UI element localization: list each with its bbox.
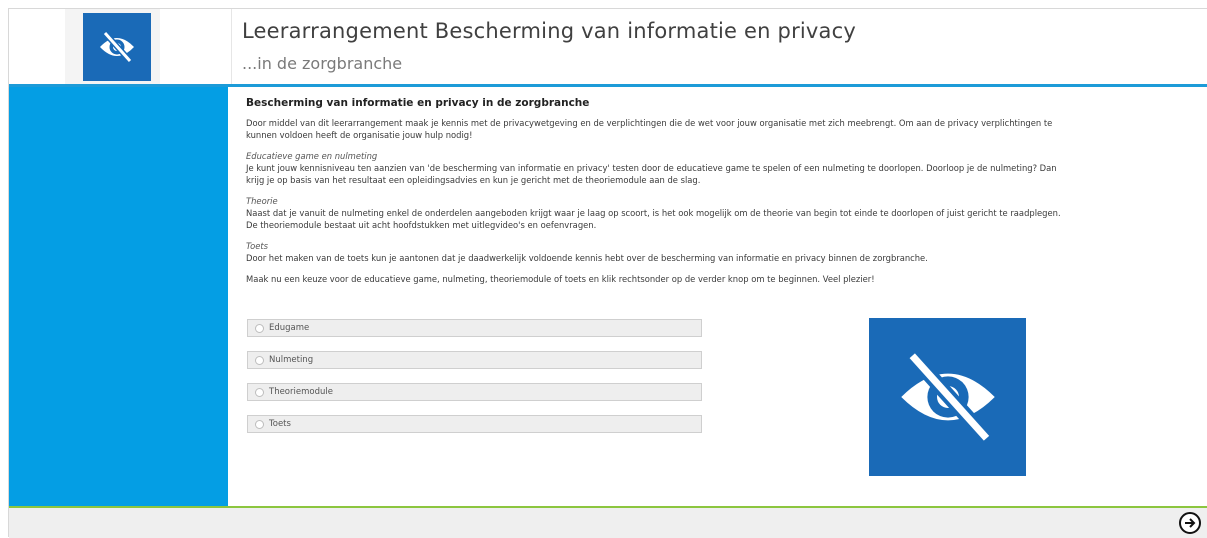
header: Leerarrangement Bescherming van informat… xyxy=(9,9,1207,87)
section-theory: Theorie Naast dat je vanuit de nulmeting… xyxy=(246,195,1066,231)
next-button[interactable] xyxy=(1179,512,1201,534)
radio-button[interactable] xyxy=(255,323,264,333)
option-label: Edugame xyxy=(269,323,310,333)
section-game: Educatieve game en nulmeting Je kunt jou… xyxy=(246,150,1066,186)
section-text: Naast dat je vanuit de nulmeting enkel d… xyxy=(246,208,1061,230)
radio-button[interactable] xyxy=(255,387,264,397)
option-label: Toets xyxy=(269,419,291,429)
arrow-right-icon xyxy=(1185,518,1196,528)
page-title: Leerarrangement Bescherming van informat… xyxy=(242,19,857,43)
section-title: Toets xyxy=(246,241,269,251)
section-title: Educatieve game en nulmeting xyxy=(246,151,378,161)
content-text: Bescherming van informatie en privacy in… xyxy=(246,97,1066,294)
radio-button[interactable] xyxy=(255,355,264,365)
closing-text: Maak nu een keuze voor de educatieve gam… xyxy=(246,274,875,284)
radio-button[interactable] xyxy=(255,419,264,429)
option-list: Edugame Nulmeting Theoriemodule Toets xyxy=(247,319,702,447)
title-area: Leerarrangement Bescherming van informat… xyxy=(231,9,1202,85)
page-subtitle: ...in de zorgbranche xyxy=(242,54,403,73)
option-toets[interactable]: Toets xyxy=(247,415,702,433)
section-text: Door het maken van de toets kun je aanto… xyxy=(246,253,928,263)
option-label: Nulmeting xyxy=(269,355,314,365)
sidebar xyxy=(9,87,228,506)
option-nulmeting[interactable]: Nulmeting xyxy=(247,351,702,369)
main-content: Bescherming van informatie en privacy in… xyxy=(228,87,1207,506)
section-text: Je kunt jouw kennisniveau ten aanzien va… xyxy=(246,163,1057,185)
option-theoriemodule[interactable]: Theoriemodule xyxy=(247,383,702,401)
eye-slash-icon xyxy=(83,13,151,81)
option-edugame[interactable]: Edugame xyxy=(247,319,702,337)
option-label: Theoriemodule xyxy=(269,387,333,397)
footer xyxy=(9,508,1207,538)
eye-slash-icon xyxy=(869,318,1026,476)
intro-text: Door middel van dit leerarrangement maak… xyxy=(246,118,1053,140)
section-test: Toets Door het maken van de toets kun je… xyxy=(246,240,1066,264)
section-title: Theorie xyxy=(246,196,278,206)
content-heading: Bescherming van informatie en privacy in… xyxy=(246,97,590,109)
course-frame: Leerarrangement Bescherming van informat… xyxy=(8,8,1207,538)
